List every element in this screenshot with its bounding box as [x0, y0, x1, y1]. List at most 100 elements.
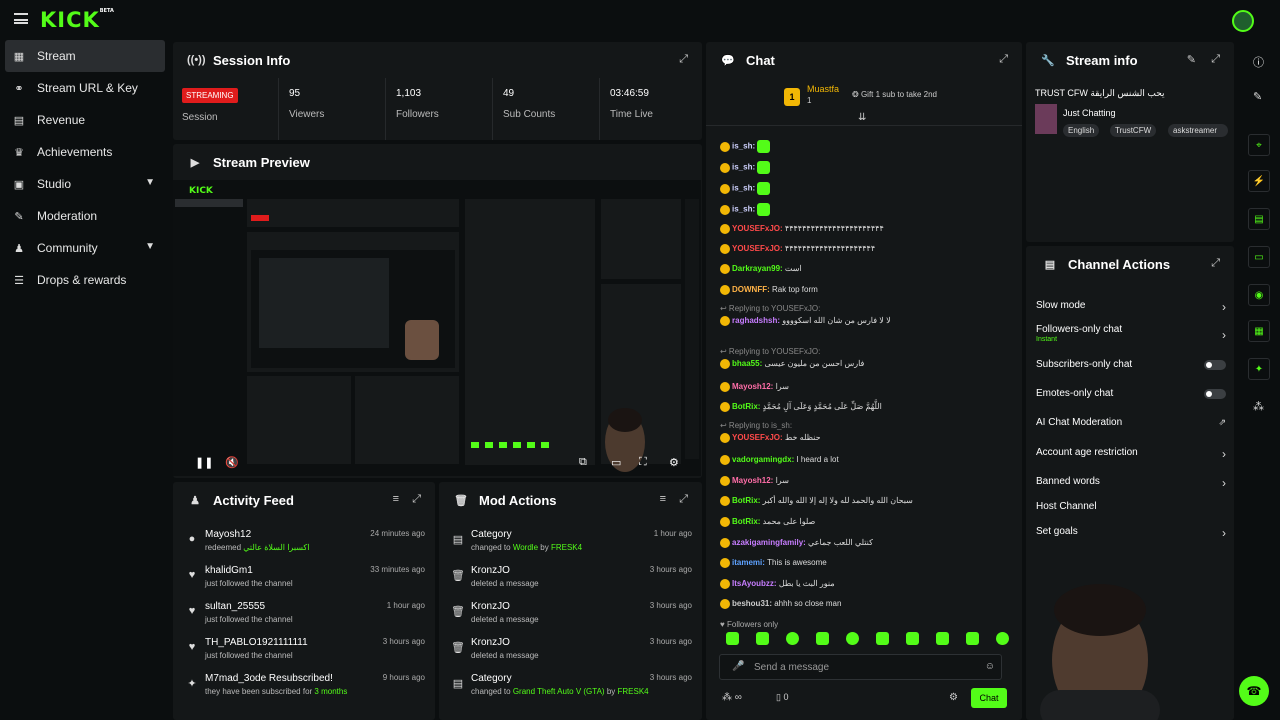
- emote[interactable]: [786, 632, 799, 645]
- chat-text: لا لا فارس من شان الله اسكوووو: [782, 316, 891, 326]
- chat-username: YOUSEFxJO:: [732, 224, 785, 234]
- badge-icon: [720, 579, 730, 589]
- account-age-action[interactable]: Account age restriction ›: [1036, 447, 1226, 461]
- filter-icon[interactable]: ≡: [393, 493, 399, 505]
- popout-icon[interactable]: ⤢: [679, 493, 688, 506]
- pip-icon[interactable]: ⧉: [579, 456, 587, 469]
- sidebar-item-achievements[interactable]: ♛ Achievements: [5, 136, 165, 168]
- emote[interactable]: [966, 632, 979, 645]
- fullscreen-icon[interactable]: ⛶: [639, 456, 647, 469]
- chat-icon[interactable]: ▭: [1248, 246, 1270, 268]
- emote[interactable]: [996, 632, 1009, 645]
- chat-username: raghadshsh:: [732, 316, 783, 326]
- settings-icon[interactable]: ⚙: [669, 456, 679, 469]
- badge-icon: [720, 359, 730, 369]
- emotes-only-toggle[interactable]: [1204, 389, 1226, 399]
- list-item: ● Mayosh12 redeemed اكسبرا السلاة عالتي 24 …: [173, 525, 435, 561]
- ai-moderation-action[interactable]: AI Chat Moderation ⇗: [1036, 417, 1226, 428]
- badge-icon: [720, 402, 730, 412]
- star-icon: ✦: [187, 678, 197, 690]
- popout-icon[interactable]: ⤢: [679, 53, 688, 66]
- sidebar-item-revenue[interactable]: ▤ Revenue: [5, 104, 165, 136]
- settings-icon[interactable]: ⚙: [949, 692, 958, 703]
- top-bar: KICKBETA: [0, 0, 1280, 40]
- reply-label: ↩ Replying to YOUSEFxJO:: [720, 347, 821, 356]
- chat-message: YOUSEFxJO: ۴۴۴۴۴۴۴۴۴۴۴۴۴۴۴۴۴۴۴۴۴: [720, 244, 875, 254]
- slow-mode-action[interactable]: Slow mode ›: [1036, 300, 1226, 314]
- category-icon: ▤: [452, 534, 464, 546]
- chat-text: صلوا على محمد: [762, 517, 816, 527]
- scan-icon[interactable]: ⌖: [1248, 134, 1270, 156]
- chat-text: ahhh so close man: [774, 599, 842, 609]
- list-item: ♥ sultan_25555 just followed the channel 1 …: [173, 597, 435, 633]
- subscribers-only-action[interactable]: Subscribers-only chat: [1036, 359, 1226, 370]
- info-icon[interactable]: ⓘ: [1253, 54, 1264, 70]
- document-icon[interactable]: ▤: [1248, 208, 1270, 230]
- support-icon[interactable]: ☎: [1239, 676, 1269, 706]
- chat-message: is_sh:: [720, 182, 771, 195]
- bolt-icon[interactable]: ⚡: [1248, 170, 1270, 192]
- chat-input[interactable]: 🎤 Send a message ☺: [719, 654, 1002, 680]
- theater-icon[interactable]: ▭: [611, 456, 621, 469]
- chat-header: 💬 Chat: [721, 52, 775, 68]
- channel-actions-header: ▤ Channel Actions: [1026, 246, 1234, 282]
- chat-send-button[interactable]: Chat: [971, 688, 1007, 708]
- chat-text: است: [784, 264, 802, 274]
- set-goals-action[interactable]: Set goals ›: [1036, 526, 1226, 540]
- badge-icon: [720, 316, 730, 326]
- filter-icon[interactable]: ≡: [660, 493, 666, 505]
- chevron-down-icon[interactable]: ⇊: [858, 112, 866, 123]
- kick-logo[interactable]: KICKBETA: [40, 8, 114, 32]
- followers-only-action[interactable]: Followers-only chat Instant ›: [1036, 324, 1226, 343]
- wrench-icon[interactable]: ✦: [1248, 358, 1270, 380]
- sidebar-item-community[interactable]: ♟ Community ▼: [5, 232, 165, 264]
- popout-icon[interactable]: ⤢: [412, 493, 421, 506]
- moderation-icon: ✎: [14, 210, 24, 223]
- emoji-icon[interactable]: ☺: [985, 661, 995, 672]
- emote[interactable]: [726, 632, 739, 645]
- emote[interactable]: [816, 632, 829, 645]
- badge-icon: [720, 204, 730, 215]
- sidebar-item-moderation[interactable]: ✎ Moderation: [5, 200, 165, 232]
- menu-icon[interactable]: [14, 13, 28, 24]
- redeem-icon: ●: [188, 533, 196, 545]
- emote[interactable]: [876, 632, 889, 645]
- stat-viewers: 95 Viewers: [278, 78, 388, 140]
- tag: askstreamer: [1168, 124, 1228, 137]
- mute-icon[interactable]: 🔇: [225, 456, 239, 469]
- popout-icon[interactable]: ⤢: [1211, 53, 1220, 66]
- community-icon[interactable]: ⁂: [1253, 400, 1264, 413]
- host-channel-action[interactable]: Host Channel: [1036, 501, 1226, 512]
- subscribers-only-toggle[interactable]: [1204, 360, 1226, 370]
- list-item: ▤ Category changed to Grand Theft Auto V (…: [452, 673, 692, 696]
- studio-icon: ▣: [13, 178, 25, 191]
- user-avatar[interactable]: [1232, 10, 1254, 32]
- activity-feed-panel: ♟ Activity Feed ≡ ⤢ ● Mayosh12 redeemed اكس…: [173, 482, 435, 720]
- chat-username: itamemi:: [732, 558, 768, 568]
- banned-words-action[interactable]: Banned words ›: [1036, 476, 1226, 490]
- emote[interactable]: [846, 632, 859, 645]
- popout-icon[interactable]: ⤢: [999, 53, 1008, 66]
- emote[interactable]: [936, 632, 949, 645]
- sidebar-item-studio[interactable]: ▣ Studio ▼: [5, 168, 165, 200]
- layout-icon[interactable]: ▦: [1248, 320, 1270, 342]
- edit-icon[interactable]: ✎: [1187, 53, 1196, 66]
- popout-icon[interactable]: ⤢: [1211, 257, 1220, 270]
- chat-username: DOWNFF:: [732, 285, 772, 295]
- pencil-icon[interactable]: ✎: [1253, 90, 1262, 103]
- sidebar-item-stream-url[interactable]: ⚭ Stream URL & Key: [5, 72, 165, 104]
- pause-icon[interactable]: ❚❚: [195, 456, 213, 469]
- chat-message: beshou31: ahhh so close man: [720, 599, 841, 609]
- gift-sub-button[interactable]: ❂ Gift 1 sub to take 2nd: [852, 90, 937, 99]
- broadcast-icon[interactable]: ◉: [1248, 284, 1270, 306]
- mic-icon[interactable]: 🎤: [732, 661, 744, 672]
- points-icon[interactable]: ⁂ ∞: [722, 692, 742, 703]
- sidebar-item-stream[interactable]: ▦ Stream: [5, 40, 165, 72]
- chat-username: Mayosh12:: [732, 476, 776, 486]
- emotes-only-action[interactable]: Emotes-only chat: [1036, 388, 1226, 399]
- list-item: ♥ khalidGm1 just followed the channel 33 mi…: [173, 561, 435, 597]
- stream-preview-video[interactable]: KICK ❚❚ 🔇 ⧉ ▭ ⛶ ⚙: [173, 180, 701, 476]
- emote[interactable]: [906, 632, 919, 645]
- sidebar-item-drops[interactable]: ☰ Drops & rewards: [5, 264, 165, 296]
- emote[interactable]: [756, 632, 769, 645]
